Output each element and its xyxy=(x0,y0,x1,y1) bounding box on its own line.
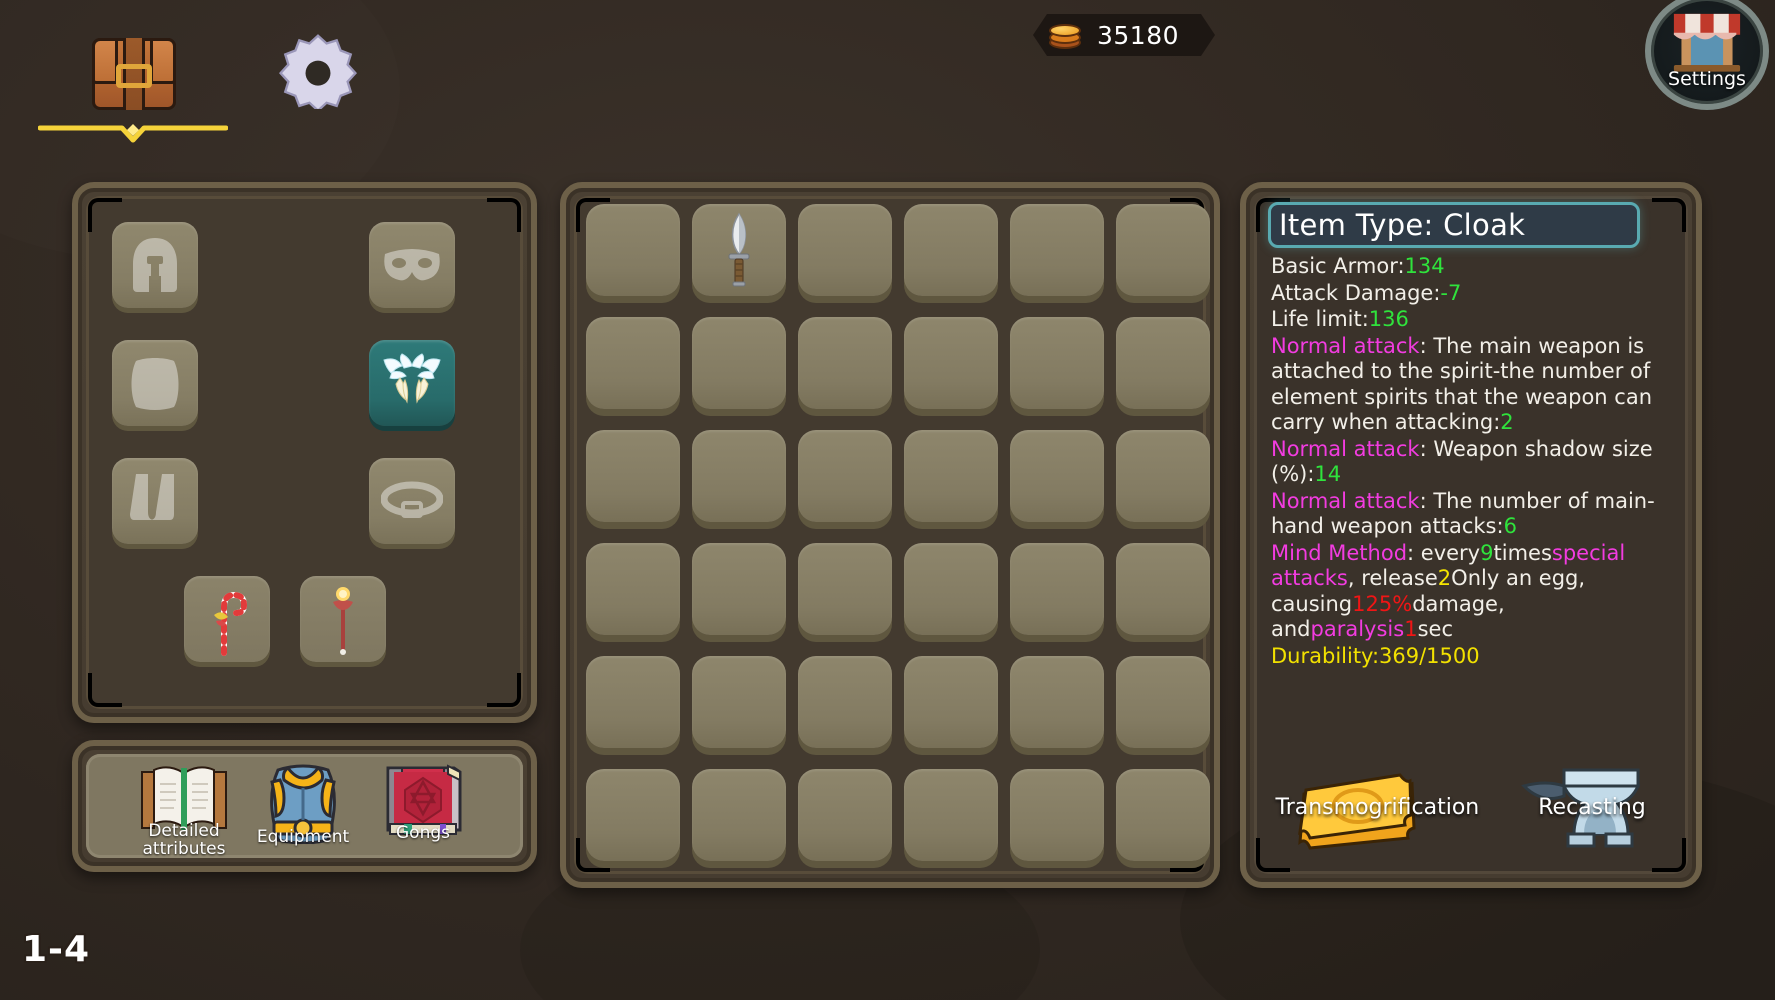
inventory-slot-empty[interactable] xyxy=(1116,430,1210,522)
torch-staff-icon xyxy=(333,587,353,655)
belt-icon xyxy=(381,481,443,518)
equipment-button[interactable]: Equipment xyxy=(243,760,363,860)
inventory-slot-empty[interactable] xyxy=(586,204,680,296)
inventory-slot-empty[interactable] xyxy=(692,430,786,522)
inventory-slot-empty[interactable] xyxy=(692,317,786,409)
inventory-slot-empty[interactable] xyxy=(692,656,786,748)
item-title-bar: Item Type: Cloak xyxy=(1268,202,1640,248)
dagger-icon xyxy=(728,212,750,287)
inventory-slot-empty[interactable] xyxy=(798,656,892,748)
equip-slot-weapon-main[interactable] xyxy=(184,576,270,662)
item-stat: Attack Damage:-7 xyxy=(1271,280,1462,305)
coin-icon xyxy=(1049,20,1083,50)
item-stat-list: Basic Armor:134 Attack Damage:-7 Life limi… xyxy=(1271,254,1661,670)
item-stat: Life limit:136 xyxy=(1271,307,1409,331)
equip-slot-chest[interactable] xyxy=(112,340,198,426)
inventory-slot-empty[interactable] xyxy=(1116,769,1210,861)
inventory-slot-empty[interactable] xyxy=(904,204,998,296)
inventory-slot-empty[interactable] xyxy=(1010,430,1104,522)
inventory-panel xyxy=(560,182,1220,888)
inventory-grid xyxy=(586,204,1210,872)
inventory-slot-empty[interactable] xyxy=(798,317,892,409)
item-mind-method: Mind Method: every9timesspecial attacks,… xyxy=(1271,540,1626,642)
item-title: Item Type: Cloak xyxy=(1279,208,1526,242)
inventory-slot-empty[interactable] xyxy=(1010,769,1104,861)
transmogrification-label: Transmogrification xyxy=(1275,795,1480,820)
action-bar: Detailed attributes Equipment Gongs xyxy=(72,740,537,872)
inventory-slot-empty[interactable] xyxy=(1116,317,1210,409)
inventory-slot-empty[interactable] xyxy=(798,204,892,296)
settings-button[interactable]: Settings xyxy=(1645,0,1769,110)
transmogrification-button[interactable]: Transmogrification xyxy=(1268,758,1480,858)
equip-slot-helmet[interactable] xyxy=(112,222,198,308)
item-affix: Normal attack: The main weapon is attach… xyxy=(1271,333,1653,435)
gongs-button[interactable]: Gongs xyxy=(363,760,483,860)
inventory-slot-empty[interactable] xyxy=(1116,656,1210,748)
gongs-label: Gongs xyxy=(396,823,450,843)
settings-label: Settings xyxy=(1668,68,1746,90)
item-affix: Normal attack: The number of main-hand w… xyxy=(1271,488,1655,539)
item-durability: Durability:369/1500 xyxy=(1271,643,1480,668)
inventory-slot-empty[interactable] xyxy=(798,769,892,861)
chestplate-icon xyxy=(131,358,179,410)
tab-settings[interactable] xyxy=(258,10,378,130)
gear-icon xyxy=(279,34,357,109)
helmet-icon xyxy=(133,238,177,292)
item-detail-panel: Item Type: Cloak Basic Armor:134 Attack D… xyxy=(1240,182,1702,888)
inventory-slot-empty[interactable] xyxy=(798,430,892,522)
recasting-button[interactable]: Recasting xyxy=(1482,758,1672,858)
game-screen: 35180 Settings Detailed attributes Equip… xyxy=(0,0,1775,1000)
inventory-slot-empty[interactable] xyxy=(1010,543,1104,635)
wings-icon xyxy=(383,353,441,404)
inventory-slot-empty[interactable] xyxy=(798,543,892,635)
mask-icon xyxy=(384,249,440,281)
detailed-attributes-button[interactable]: Detailed attributes xyxy=(124,760,244,860)
inventory-slot-empty[interactable] xyxy=(1010,317,1104,409)
equip-slot-weapon-off[interactable] xyxy=(300,576,386,662)
inventory-slot-empty[interactable] xyxy=(586,769,680,861)
inventory-slot-empty[interactable] xyxy=(904,317,998,409)
inventory-slot-empty[interactable] xyxy=(586,543,680,635)
inventory-slot-empty[interactable] xyxy=(1010,204,1104,296)
coin-counter: 35180 xyxy=(1033,14,1215,56)
inventory-slot-curved-dagger[interactable] xyxy=(692,204,786,296)
equip-slot-mask[interactable] xyxy=(369,222,455,308)
level-indicator: 1-4 xyxy=(22,929,91,970)
item-action-row: Transmogrification Recasting xyxy=(1246,754,1696,864)
equipment-panel xyxy=(72,182,537,723)
inventory-slot-empty[interactable] xyxy=(692,769,786,861)
detailed-attributes-label: Detailed attributes xyxy=(142,821,226,859)
inventory-slot-empty[interactable] xyxy=(904,543,998,635)
inventory-slot-empty[interactable] xyxy=(904,430,998,522)
sidebar-item-backpack[interactable] xyxy=(74,10,194,130)
inventory-slot-empty[interactable] xyxy=(904,769,998,861)
candy-cane-staff-icon xyxy=(214,591,248,656)
coin-value: 35180 xyxy=(1097,20,1180,50)
boots-icon xyxy=(130,474,174,520)
equip-slot-boots[interactable] xyxy=(112,458,198,544)
inventory-slot-empty[interactable] xyxy=(1116,543,1210,635)
inventory-slot-empty[interactable] xyxy=(1010,656,1104,748)
inventory-slot-empty[interactable] xyxy=(586,656,680,748)
inventory-slot-empty[interactable] xyxy=(904,656,998,748)
inventory-slot-empty[interactable] xyxy=(586,317,680,409)
backpack-icon xyxy=(92,30,176,110)
recasting-label: Recasting xyxy=(1538,795,1646,820)
inventory-slot-empty[interactable] xyxy=(1116,204,1210,296)
item-affix: Normal attack: Weapon shadow size (%):14 xyxy=(1271,436,1653,487)
equipment-label: Equipment xyxy=(256,827,350,847)
equip-slot-belt[interactable] xyxy=(369,458,455,544)
inventory-slot-empty[interactable] xyxy=(692,543,786,635)
inventory-slot-empty[interactable] xyxy=(586,430,680,522)
item-stat: Basic Armor:134 xyxy=(1271,254,1445,278)
equip-slot-cloak[interactable] xyxy=(369,340,455,426)
